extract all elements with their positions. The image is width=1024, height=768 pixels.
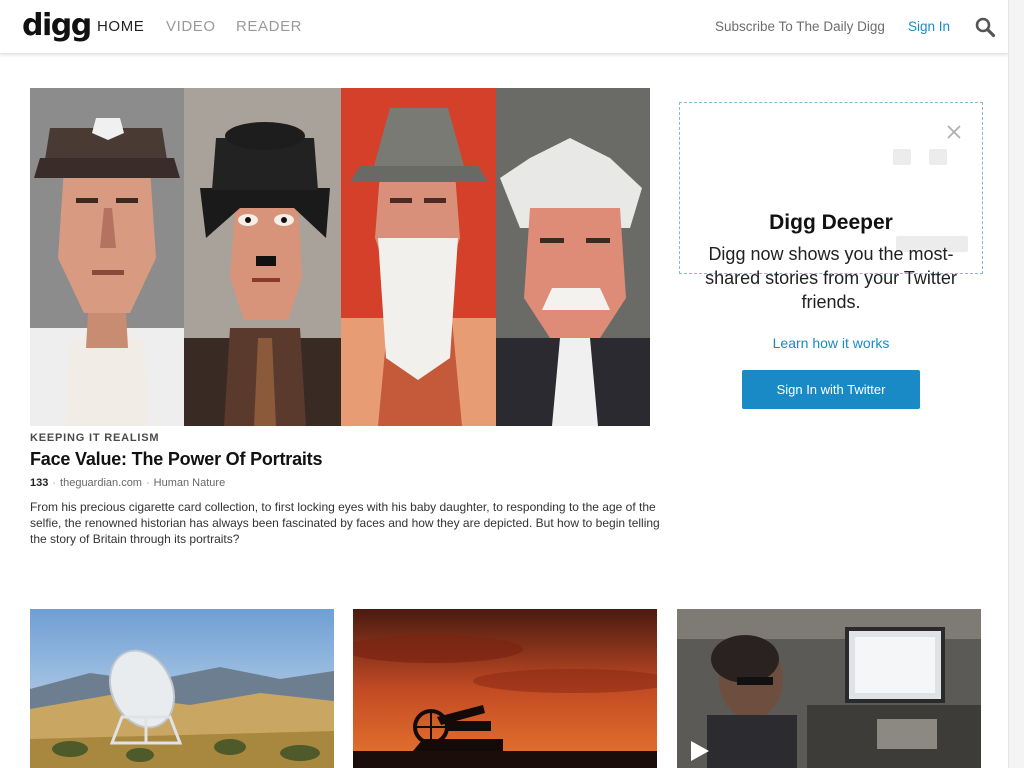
scrollbar[interactable] <box>1008 0 1024 768</box>
digg-logo[interactable]: digg <box>22 11 92 41</box>
story-thumbnail-cannon-sunset[interactable] <box>353 609 657 768</box>
meta-separator: · <box>145 477 150 489</box>
story-thumbnail-workshop-video[interactable] <box>677 609 981 768</box>
digg-count[interactable]: 133 <box>30 477 48 489</box>
close-icon[interactable] <box>945 123 963 141</box>
ghost-avatar <box>893 149 911 165</box>
nav-video[interactable]: VIDEO <box>166 19 216 35</box>
feature-image-portraits[interactable] <box>30 88 650 426</box>
category-link[interactable]: Human Nature <box>154 477 226 489</box>
ghost-avatar <box>929 149 947 165</box>
feature-headline[interactable]: Face Value: The Power Of Portraits <box>30 449 322 470</box>
portrait-panel-cowboy <box>341 88 496 426</box>
search-icon[interactable] <box>974 16 996 38</box>
feature-summary: From his precious cigarette card collect… <box>30 500 660 546</box>
portrait-panel-cricketer <box>30 88 184 426</box>
subscribe-daily-digg-link[interactable]: Subscribe To The Daily Digg <box>715 19 885 35</box>
sign-in-link[interactable]: Sign In <box>908 19 950 35</box>
portrait-panel-chaplin <box>184 88 341 426</box>
source-domain[interactable]: theguardian.com <box>60 477 142 489</box>
top-header: digg HOME VIDEO READER Subscribe To The … <box>0 0 1008 54</box>
digg-deeper-title: Digg Deeper <box>769 211 893 234</box>
feature-meta: 133 · theguardian.com · Human Nature <box>30 477 225 489</box>
digg-deeper-description: Digg now shows you the most-shared stori… <box>705 244 957 312</box>
feature-kicker: KEEPING IT REALISM <box>30 432 160 444</box>
meta-separator: · <box>52 477 57 489</box>
learn-how-it-works-link[interactable]: Learn how it works <box>679 335 983 351</box>
story-thumbnail-radio-telescope[interactable] <box>30 609 334 768</box>
portrait-panel-elder <box>496 88 650 426</box>
nav-home[interactable]: HOME <box>97 19 144 35</box>
sign-in-with-twitter-button[interactable]: Sign In with Twitter <box>742 370 920 409</box>
nav-reader[interactable]: READER <box>236 19 302 35</box>
